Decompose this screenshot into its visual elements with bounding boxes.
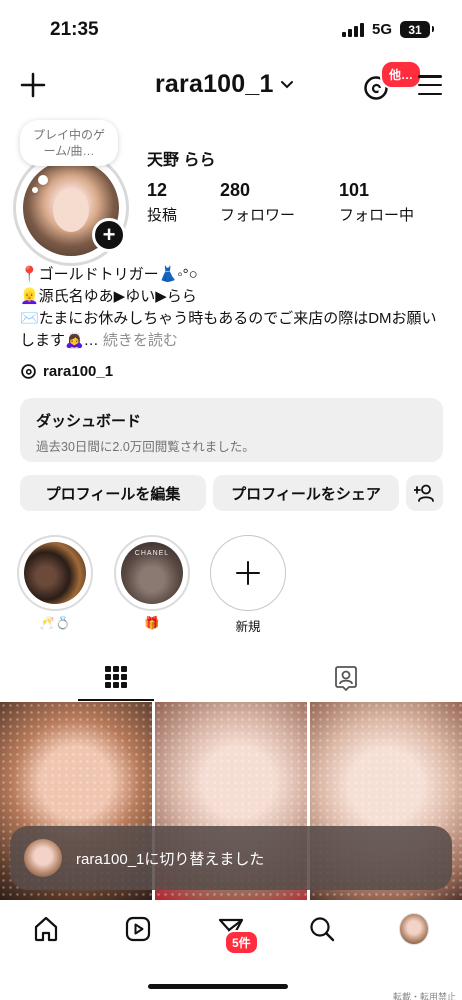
highlight-label: 🥂💍 — [39, 616, 71, 630]
tagged-user-icon — [335, 666, 357, 691]
add-story-icon[interactable]: + — [92, 218, 126, 252]
note-bubble-tail — [38, 175, 48, 185]
profile-avatar — [399, 913, 429, 945]
stat-followers[interactable]: 280 フォロワー — [220, 180, 295, 225]
new-highlight-button — [210, 535, 286, 611]
stat-value: 12 — [147, 180, 168, 200]
tab-posts[interactable] — [78, 655, 154, 701]
highlight-label: 新規 — [235, 620, 261, 634]
signal-icon — [341, 22, 364, 37]
nav-reels[interactable] — [123, 914, 153, 944]
nav-search[interactable] — [307, 914, 337, 944]
stat-label: フォロワー — [220, 207, 296, 224]
highlight-ring — [17, 535, 93, 611]
watermark: 転載・転用禁止 — [392, 992, 456, 1000]
profile-header: rara100_1 他… — [0, 60, 462, 112]
story-highlight[interactable]: CHANEL 🎁 — [114, 535, 190, 631]
highlight-thumb-text: CHANEL — [134, 550, 170, 557]
battery-level: 31 — [408, 22, 422, 37]
username: rara100_1 — [155, 70, 274, 98]
highlight-label: 🎁 — [144, 616, 160, 630]
bio-line: ✉️たまにお休みしちゃう時もあるのでご来店の際はDMお願いします🙇‍♀️… 続き… — [20, 308, 445, 352]
status-bar: 21:35 5G 31 — [0, 0, 462, 56]
home-indicator[interactable] — [148, 984, 288, 989]
stat-posts[interactable]: 12 投稿 — [147, 180, 177, 225]
professional-dashboard[interactable]: ダッシュボード 過去30日間に2.0万回閲覧されました。 — [20, 398, 443, 462]
display-name: 天野 らら — [147, 152, 216, 169]
grid-icon — [105, 666, 127, 688]
bio-more-link[interactable]: 続きを読む — [103, 332, 178, 349]
stat-value: 101 — [339, 180, 370, 200]
messages-badge: 5件 — [224, 930, 259, 955]
search-icon — [310, 917, 335, 942]
dashboard-subtitle: 過去30日間に2.0万回閲覧されました。 — [36, 440, 255, 454]
battery-icon: 31 — [400, 21, 434, 38]
bottom-navigation: 5件 — [0, 900, 462, 960]
nav-home[interactable] — [31, 914, 61, 944]
profile-stats: 12 投稿 280 フォロワー 101 フォロー中 — [147, 180, 447, 226]
nav-profile[interactable] — [399, 913, 429, 945]
edit-profile-button[interactable]: プロフィールを編集 — [20, 475, 206, 511]
bio-line: 👱‍♀️源氏名ゆあ▶ゆい▶らら — [20, 288, 197, 305]
add-person-icon — [413, 484, 434, 502]
account-switched-toast: rara100_1に切り替えました — [10, 826, 452, 890]
threads-icon — [21, 364, 36, 379]
highlight-ring: CHANEL — [114, 535, 190, 611]
dashboard-title: ダッシュボード — [36, 413, 142, 430]
discover-people-button[interactable] — [406, 475, 443, 511]
profile-bio: 📍ゴールドトリガー👗◦°○ 👱‍♀️源氏名ゆあ▶ゆい▶らら ✉️たまにお休みしち… — [20, 264, 445, 352]
highlight-thumbnail — [24, 542, 86, 604]
highlight-thumbnail: CHANEL — [121, 542, 183, 604]
threads-profile-link[interactable]: rara100_1 — [20, 363, 113, 380]
home-icon — [34, 916, 58, 942]
share-profile-button[interactable]: プロフィールをシェア — [213, 475, 399, 511]
stat-label: 投稿 — [147, 207, 178, 224]
chevron-down-icon — [280, 80, 293, 88]
new-highlight[interactable]: 新規 — [210, 535, 286, 635]
hamburger-menu-icon[interactable] — [418, 75, 442, 95]
threads-handle: rara100_1 — [43, 363, 114, 380]
profile-tabs — [0, 655, 462, 701]
stat-following[interactable]: 101 フォロー中 — [339, 180, 414, 225]
stat-value: 280 — [220, 180, 251, 200]
toast-text: rara100_1に切り替えました — [76, 850, 265, 868]
status-indicators: 5G 31 — [341, 21, 434, 38]
plus-icon[interactable] — [20, 72, 46, 98]
bio-line-text: ✉️たまにお休みしちゃう時もあるのでご来店の際はDMお願いします🙇‍♀️… — [20, 310, 437, 349]
account-switcher[interactable]: rara100_1 — [155, 70, 294, 99]
network-type: 5G — [371, 21, 392, 38]
plus-icon — [236, 561, 260, 585]
stat-label: フォロー中 — [339, 207, 415, 224]
toast-avatar — [24, 839, 62, 877]
threads-badge: 他… — [380, 60, 423, 89]
reels-icon — [125, 916, 151, 942]
tab-tagged[interactable] — [308, 655, 384, 701]
bio-line: 📍ゴールドトリガー👗◦°○ — [20, 266, 198, 283]
note-bubble-tail-small — [32, 187, 38, 193]
note-bubble[interactable]: プレイ中のゲーム/曲… — [20, 120, 118, 167]
story-highlight[interactable]: 🥂💍 — [17, 535, 93, 631]
status-time: 21:35 — [50, 19, 99, 40]
